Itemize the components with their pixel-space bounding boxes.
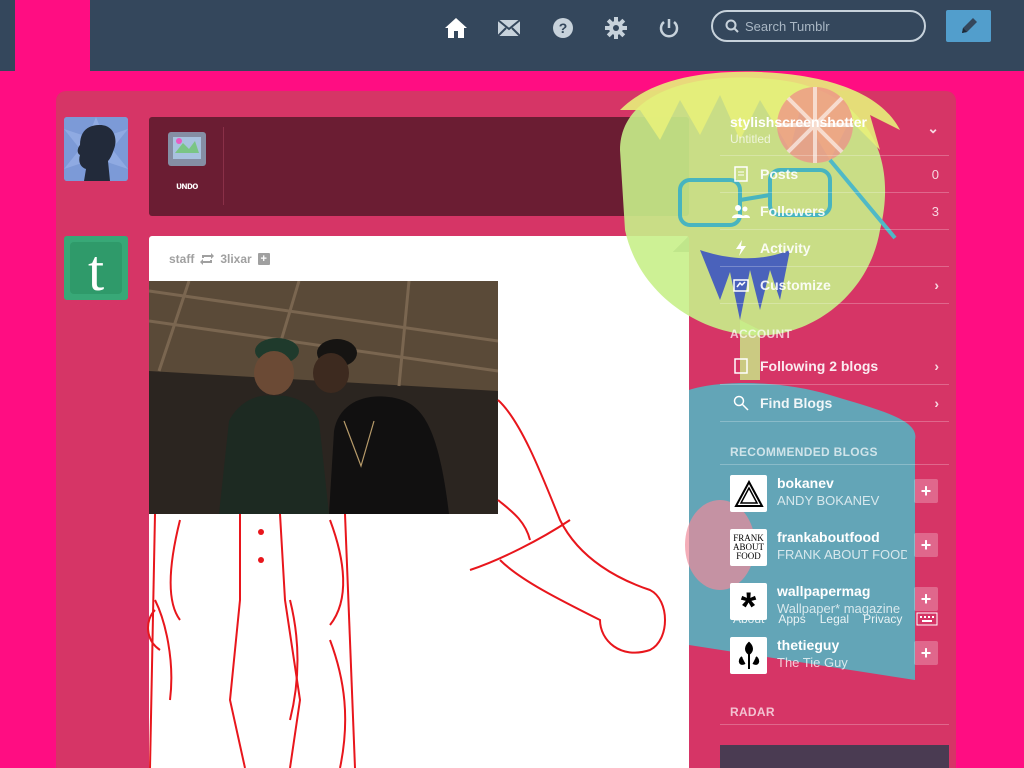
follow-button[interactable]: + [914, 641, 938, 665]
sidebar-item-following[interactable]: Following 2 blogs › [720, 348, 949, 385]
account-heading: ACCOUNT [730, 327, 793, 341]
footer-link-privacy[interactable]: Privacy [863, 612, 902, 626]
settings-icon[interactable] [601, 13, 631, 43]
reblogged-from[interactable]: 3lixar [220, 252, 251, 266]
avatar-text: FRANK ABOUT FOOD [733, 533, 764, 561]
blog-name: bokanev [777, 475, 834, 491]
sidebar-item-label: Find Blogs [760, 395, 833, 411]
find-blogs-icon [726, 395, 756, 411]
posts-count: 0 [931, 166, 939, 182]
recommended-blog[interactable]: FRANK ABOUT FOOD frankaboutfood FRANK AB… [730, 529, 949, 583]
posts-icon [726, 166, 756, 182]
pencil-icon [959, 16, 979, 36]
blog-avatar [730, 637, 767, 674]
sidebar-item-label: Posts [760, 166, 799, 182]
keyboard-icon[interactable] [916, 612, 938, 626]
home-icon[interactable] [441, 13, 471, 43]
tumblr-logo[interactable] [15, 0, 90, 71]
followers-icon [726, 204, 756, 218]
text-post-icon[interactable] [167, 131, 207, 167]
blog-subtitle: Untitled [730, 132, 771, 146]
search-bar[interactable] [711, 10, 926, 42]
logout-icon[interactable] [654, 13, 684, 43]
search-input[interactable] [745, 18, 915, 34]
following-icon [726, 358, 756, 374]
sidebar-item-label: Customize [760, 277, 831, 293]
recommended-heading: RECOMMENDED BLOGS [730, 445, 878, 459]
chevron-right-icon: › [934, 358, 939, 374]
sidebar-item-find-blogs[interactable]: Find Blogs › [720, 385, 949, 422]
messages-icon[interactable] [494, 13, 524, 43]
follow-button[interactable]: + [914, 479, 938, 503]
post-form-label: ᴜɴᴅᴏ [176, 181, 198, 192]
recommended-blog[interactable]: thetieguy The Tie Guy + [730, 637, 949, 691]
top-header: ? [0, 0, 1024, 71]
post-photo[interactable] [149, 281, 498, 514]
blog-title: The Tie Guy [777, 655, 848, 670]
blog-avatar: FRANK ABOUT FOOD [730, 529, 767, 566]
post-form-divider [223, 127, 224, 205]
recommended-blog[interactable]: * wallpapermag Wallpaper* magazine + [730, 583, 949, 637]
recommended-blog[interactable]: bokanev ANDY BOKANEV + [730, 475, 949, 529]
blog-title: FRANK ABOUT FOOD [777, 547, 907, 562]
staff-avatar[interactable]: t [64, 236, 128, 300]
blog-switcher[interactable]: stylishscreenshotter Untitled ⌄ [720, 106, 949, 156]
post-header: staff 3lixar + [169, 252, 270, 266]
compose-button[interactable] [946, 10, 991, 42]
follow-button[interactable]: + [914, 587, 938, 611]
search-icon [725, 19, 739, 33]
footer-link-legal[interactable]: Legal [820, 612, 849, 626]
sidebar-item-label: Followers [760, 203, 826, 219]
follow-plus-icon[interactable]: + [257, 253, 270, 265]
post-fold-corner [673, 236, 689, 252]
post-author[interactable]: staff [169, 252, 194, 266]
user-avatar[interactable] [64, 117, 128, 181]
followers-count: 3 [931, 203, 939, 219]
radar-preview[interactable] [720, 745, 949, 768]
sidebar-item-label: Following 2 blogs [760, 358, 879, 374]
post-card: staff 3lixar + [149, 236, 689, 768]
follow-button[interactable]: + [914, 533, 938, 557]
svg-text:t: t [88, 238, 104, 300]
post-form[interactable]: ᴜɴᴅᴏ [149, 117, 689, 216]
sidebar-item-customize[interactable]: Customize › [720, 267, 949, 304]
divider [720, 464, 949, 465]
sidebar-item-label: Activity [760, 240, 811, 256]
sidebar-item-activity[interactable]: Activity [720, 230, 949, 267]
blog-name: wallpapermag [777, 583, 871, 599]
blog-name: stylishscreenshotter [730, 114, 867, 130]
sidebar-item-posts[interactable]: Posts 0 [720, 156, 949, 193]
footer-links: About Apps Legal Privacy [733, 612, 902, 626]
reblog-icon [200, 253, 215, 265]
chevron-right-icon: › [934, 395, 939, 411]
activity-icon [726, 240, 756, 256]
blog-name: frankaboutfood [777, 529, 880, 545]
svg-text:?: ? [559, 20, 568, 36]
sidebar-item-followers[interactable]: Followers 3 [720, 193, 949, 230]
chevron-down-icon: ⌄ [927, 120, 939, 136]
blog-title: ANDY BOKANEV [777, 493, 880, 508]
sidebar: stylishscreenshotter Untitled ⌄ Posts 0 … [720, 100, 949, 768]
help-icon[interactable]: ? [548, 13, 578, 43]
footer-link-apps[interactable]: Apps [778, 612, 805, 626]
customize-icon [726, 277, 756, 293]
footer-link-about[interactable]: About [733, 612, 764, 626]
radar-heading: RADAR [730, 705, 775, 719]
blog-name: thetieguy [777, 637, 840, 653]
blog-avatar [730, 475, 767, 512]
divider [720, 724, 949, 725]
chevron-right-icon: › [934, 277, 939, 293]
